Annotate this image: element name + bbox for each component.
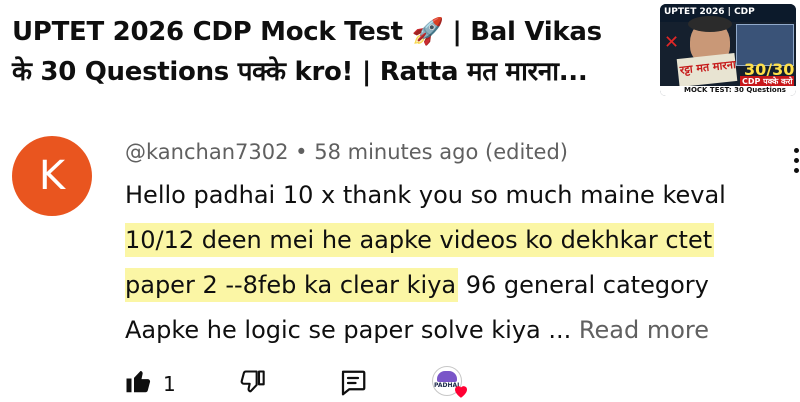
creator-heart-icon xyxy=(455,386,467,398)
comment-text-line-4: Aapke he logic se paper solve kiya ... R… xyxy=(125,308,765,353)
comment-author[interactable]: @kanchan7302 xyxy=(125,140,288,164)
reply-button[interactable] xyxy=(338,368,368,402)
meta-separator: • xyxy=(295,140,308,164)
comment-highlight-1: 10/12 deen mei he aapke videos ko dekhka… xyxy=(125,223,715,257)
like-count: 1 xyxy=(163,372,176,396)
avatar-letter: K xyxy=(38,153,66,199)
comment-text-line-2: 10/12 deen mei he aapke videos ko dekhka… xyxy=(125,218,765,263)
thumb-down-icon xyxy=(240,370,265,393)
comment-text-line-1: Hello padhai 10 x thank you so much main… xyxy=(125,181,726,209)
comment-reply-icon xyxy=(341,370,366,396)
comment-text-after-highlight: 96 general category xyxy=(458,271,709,299)
comment-highlight-2: paper 2 --8feb ka clear kiya xyxy=(125,268,459,302)
more-vert-icon[interactable] xyxy=(790,148,800,178)
thumbnail-banner: MOCK TEST: 30 Questions xyxy=(660,86,796,96)
comment-text-line-4-body: Aapke he logic se paper solve kiya ... xyxy=(125,316,572,344)
thumbnail-stamp: रट्टा मत मारना xyxy=(676,53,738,87)
comment-text-line-3: paper 2 --8feb ka clear kiya 96 general … xyxy=(125,263,765,308)
thumbnail-banner-text: MOCK TEST: 30 Questions xyxy=(684,86,786,94)
thumbnail-cross-icon: ✕ xyxy=(664,32,680,53)
video-title-line-2: के 30 Questions पक्के kro! | Ratta मत मा… xyxy=(12,57,588,87)
channel-logo-mark xyxy=(437,371,457,382)
thumb-up-filled-icon xyxy=(126,371,151,393)
thumbnail-presenter-hair xyxy=(688,16,732,32)
read-more-link[interactable]: Read more xyxy=(579,316,709,344)
video-thumbnail[interactable]: UPTET 2026 | CDP ✕ रट्टा मत मारना 30/30 … xyxy=(660,4,796,96)
video-title-line-1: UPTET 2026 CDP Mock Test 🚀 | Bal Vikas xyxy=(12,17,602,47)
commenter-avatar[interactable]: K xyxy=(12,136,92,216)
comment-text: Hello padhai 10 x thank you so much main… xyxy=(125,173,765,353)
thumbnail-stamp-text: रट्टा मत मारना xyxy=(679,58,737,77)
like-button[interactable] xyxy=(124,366,154,400)
comment-meta: @kanchan7302 • 58 minutes ago (edited) xyxy=(125,140,568,164)
video-title[interactable]: UPTET 2026 CDP Mock Test 🚀 | Bal Vikas क… xyxy=(12,12,652,92)
comment-time[interactable]: 58 minutes ago (edited) xyxy=(314,140,568,164)
video-header[interactable]: UPTET 2026 CDP Mock Test 🚀 | Bal Vikas क… xyxy=(0,0,800,106)
creator-heart-badge[interactable]: PADHAI xyxy=(432,366,472,400)
dislike-button[interactable] xyxy=(238,368,266,400)
